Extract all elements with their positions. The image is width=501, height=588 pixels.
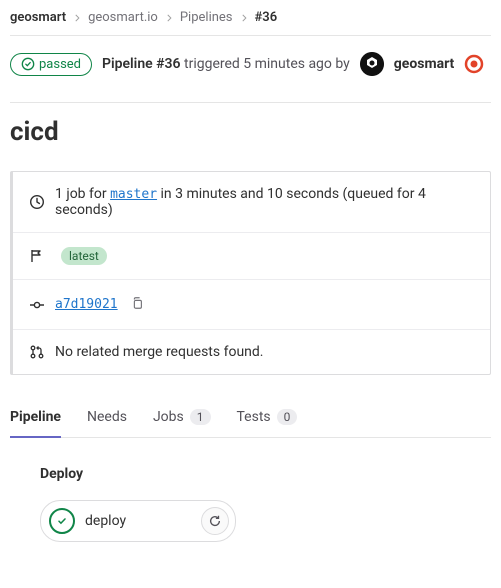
merge-request-icon xyxy=(29,344,45,360)
pipeline-info-box: 1 job for master in 3 minutes and 10 sec… xyxy=(10,171,491,375)
job-status-passed-icon xyxy=(49,508,75,534)
chevron-right-icon xyxy=(72,13,82,23)
merge-request-text: No related merge requests found. xyxy=(55,344,263,360)
job-summary-row: 1 job for master in 3 minutes and 10 sec… xyxy=(13,172,490,233)
copy-sha-button[interactable] xyxy=(128,294,146,315)
target-icon xyxy=(464,54,484,74)
pipeline-title-line: Pipeline #36 triggered 5 minutes ago by xyxy=(102,56,350,72)
pipeline-title: Pipeline #36 xyxy=(102,56,181,72)
triggered-text: triggered 5 minutes ago by xyxy=(181,56,350,72)
breadcrumb-current: #36 xyxy=(255,10,278,25)
pipeline-header: passed Pipeline #36 triggered 5 minutes … xyxy=(10,36,491,92)
avatar[interactable] xyxy=(360,52,384,76)
status-badge[interactable]: passed xyxy=(10,53,92,76)
chevron-right-icon xyxy=(164,13,174,23)
flag-icon xyxy=(29,248,45,264)
job-summary-text: 1 job for master in 3 minutes and 10 sec… xyxy=(55,186,474,218)
commit-icon xyxy=(29,297,45,313)
commit-sha-link[interactable]: a7d19021 xyxy=(55,297,118,312)
job-pill[interactable]: deploy xyxy=(40,500,236,542)
tab-pipeline[interactable]: Pipeline xyxy=(10,397,61,437)
merge-request-row: No related merge requests found. xyxy=(13,330,490,374)
chevron-right-icon xyxy=(239,13,249,23)
tab-needs[interactable]: Needs xyxy=(87,397,127,437)
breadcrumb-project[interactable]: geosmart.io xyxy=(88,10,158,25)
breadcrumb: geosmart geosmart.io Pipelines #36 xyxy=(10,0,491,35)
retry-button[interactable] xyxy=(201,507,229,535)
stage-column: Deploy deploy xyxy=(40,466,491,542)
breadcrumb-root[interactable]: geosmart xyxy=(10,10,66,25)
latest-tag: latest xyxy=(61,247,107,265)
branch-link[interactable]: master xyxy=(110,187,157,202)
jobs-count-badge: 1 xyxy=(190,409,211,425)
tab-jobs[interactable]: Jobs1 xyxy=(153,397,211,437)
tags-row: latest xyxy=(13,233,490,280)
clock-icon xyxy=(29,194,45,210)
tabs: Pipeline Needs Jobs1 Tests0 xyxy=(10,397,491,438)
job-name: deploy xyxy=(85,513,126,529)
commit-row: a7d19021 xyxy=(13,280,490,330)
retry-icon xyxy=(208,514,222,528)
username-link[interactable]: geosmart xyxy=(394,56,454,72)
tests-count-badge: 0 xyxy=(277,409,298,425)
breadcrumb-pipelines[interactable]: Pipelines xyxy=(180,10,233,25)
copy-icon xyxy=(130,296,144,310)
status-badge-label: passed xyxy=(39,57,81,72)
stage-name: Deploy xyxy=(40,466,491,482)
tab-tests[interactable]: Tests0 xyxy=(237,397,298,437)
check-circle-icon xyxy=(21,57,35,71)
page-title: cicd xyxy=(10,117,491,147)
